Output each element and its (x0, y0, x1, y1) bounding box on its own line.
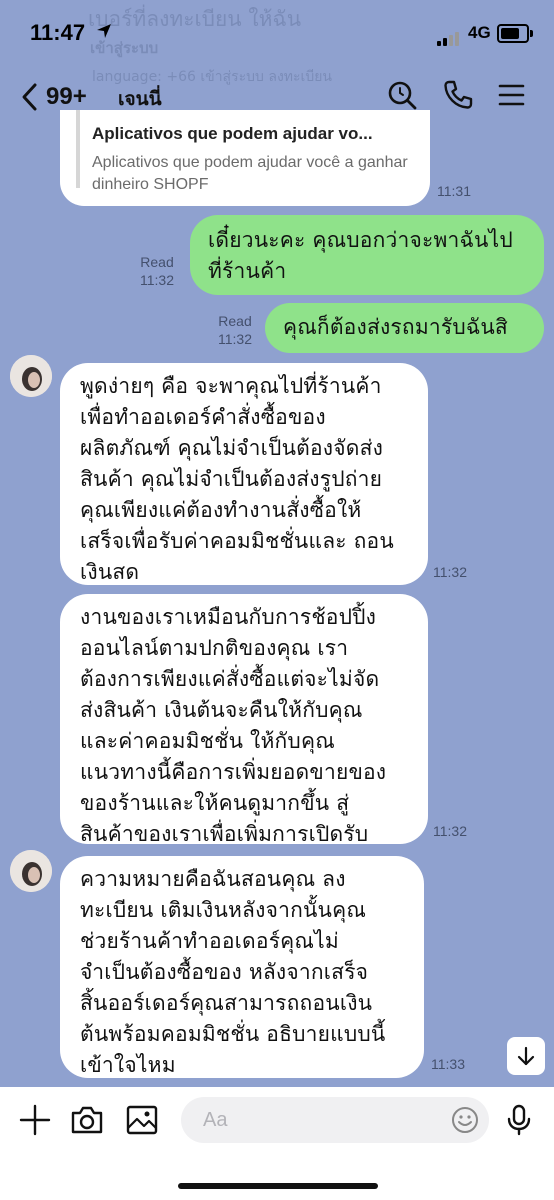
message-input-bar: Aa (0, 1087, 554, 1200)
arrow-down-icon (517, 1046, 535, 1066)
avatar[interactable] (10, 850, 52, 892)
signal-strength-icon (437, 27, 461, 46)
message-time: 11:31 (437, 183, 471, 199)
preview-line-1: เบอร์ที่ลงทะเบียน ให้ฉัน (88, 7, 302, 31)
message-text: งานของเราเหมือนกับการช้อปปิ้ง ออนไลน์ตาม… (80, 605, 387, 846)
message-text: ความหมายคือฉันสอนคุณ ลง ทะเบียน เติมเงิน… (80, 867, 386, 1077)
link-description: Aplicativos que podem ajudar você a ganh… (92, 154, 408, 193)
input-placeholder: Aa (203, 1109, 228, 1131)
link-preview-card[interactable]: Aplicativos que podem ajudar vo... Aplic… (60, 110, 430, 206)
message-time: 11:32 (433, 823, 467, 839)
unread-count: 99+ (46, 83, 87, 110)
quote-bar (76, 110, 80, 188)
status-time: 11:47 (30, 20, 86, 45)
microphone-icon[interactable] (502, 1103, 536, 1137)
phone-call-icon[interactable] (441, 78, 475, 112)
plus-icon[interactable] (18, 1103, 52, 1137)
message-text: คุณก็ต้องส่งรถมารับฉันสิ (283, 315, 508, 339)
read-label: Read (218, 313, 252, 329)
incoming-message[interactable]: พูดง่ายๆ คือ จะพาคุณไปที่ร้านค้า เพื่อทำ… (60, 363, 428, 585)
incoming-message[interactable]: งานของเราเหมือนกับการช้อปปิ้ง ออนไลน์ตาม… (60, 594, 428, 846)
chevron-left-icon (22, 83, 37, 111)
read-label: Read (140, 254, 174, 270)
incoming-message[interactable]: ความหมายคือฉันสอนคุณ ลง ทะเบียน เติมเงิน… (60, 856, 424, 1078)
preview-line-2: เข้าสู่ระบบ (90, 39, 159, 57)
search-icon[interactable] (385, 78, 419, 112)
outgoing-message[interactable]: เดี๋ยวนะคะ คุณบอกว่าจะพาฉันไป ที่ร้านค้า (190, 215, 544, 295)
scroll-to-bottom-button[interactable] (507, 1037, 545, 1075)
message-input[interactable]: Aa (181, 1097, 489, 1143)
profile-photo-icon (10, 850, 52, 892)
read-receipt: Read 11:32 (218, 312, 252, 348)
message-time: 11:32 (140, 272, 174, 288)
emoji-icon[interactable] (451, 1106, 479, 1134)
message-time: 11:33 (431, 1056, 465, 1072)
network-type: 4G (468, 23, 491, 42)
profile-photo-icon (10, 355, 52, 397)
outgoing-message[interactable]: คุณก็ต้องส่งรถมารับฉันสิ (265, 303, 544, 353)
avatar[interactable] (10, 355, 52, 397)
link-title: Aplicativos que podem ajudar vo... (92, 124, 373, 143)
message-time: 11:32 (218, 331, 252, 347)
read-receipt: Read 11:32 (140, 253, 174, 289)
battery-icon (497, 24, 533, 43)
camera-icon[interactable] (70, 1103, 104, 1137)
message-text: พูดง่ายๆ คือ จะพาคุณไปที่ร้านค้า เพื่อทำ… (80, 374, 394, 584)
image-gallery-icon[interactable] (125, 1103, 159, 1137)
message-text: เดี๋ยวนะคะ คุณบอกว่าจะพาฉันไป ที่ร้านค้า (208, 228, 513, 283)
home-indicator (178, 1183, 378, 1189)
message-time: 11:32 (433, 564, 467, 580)
menu-icon[interactable] (495, 78, 529, 112)
